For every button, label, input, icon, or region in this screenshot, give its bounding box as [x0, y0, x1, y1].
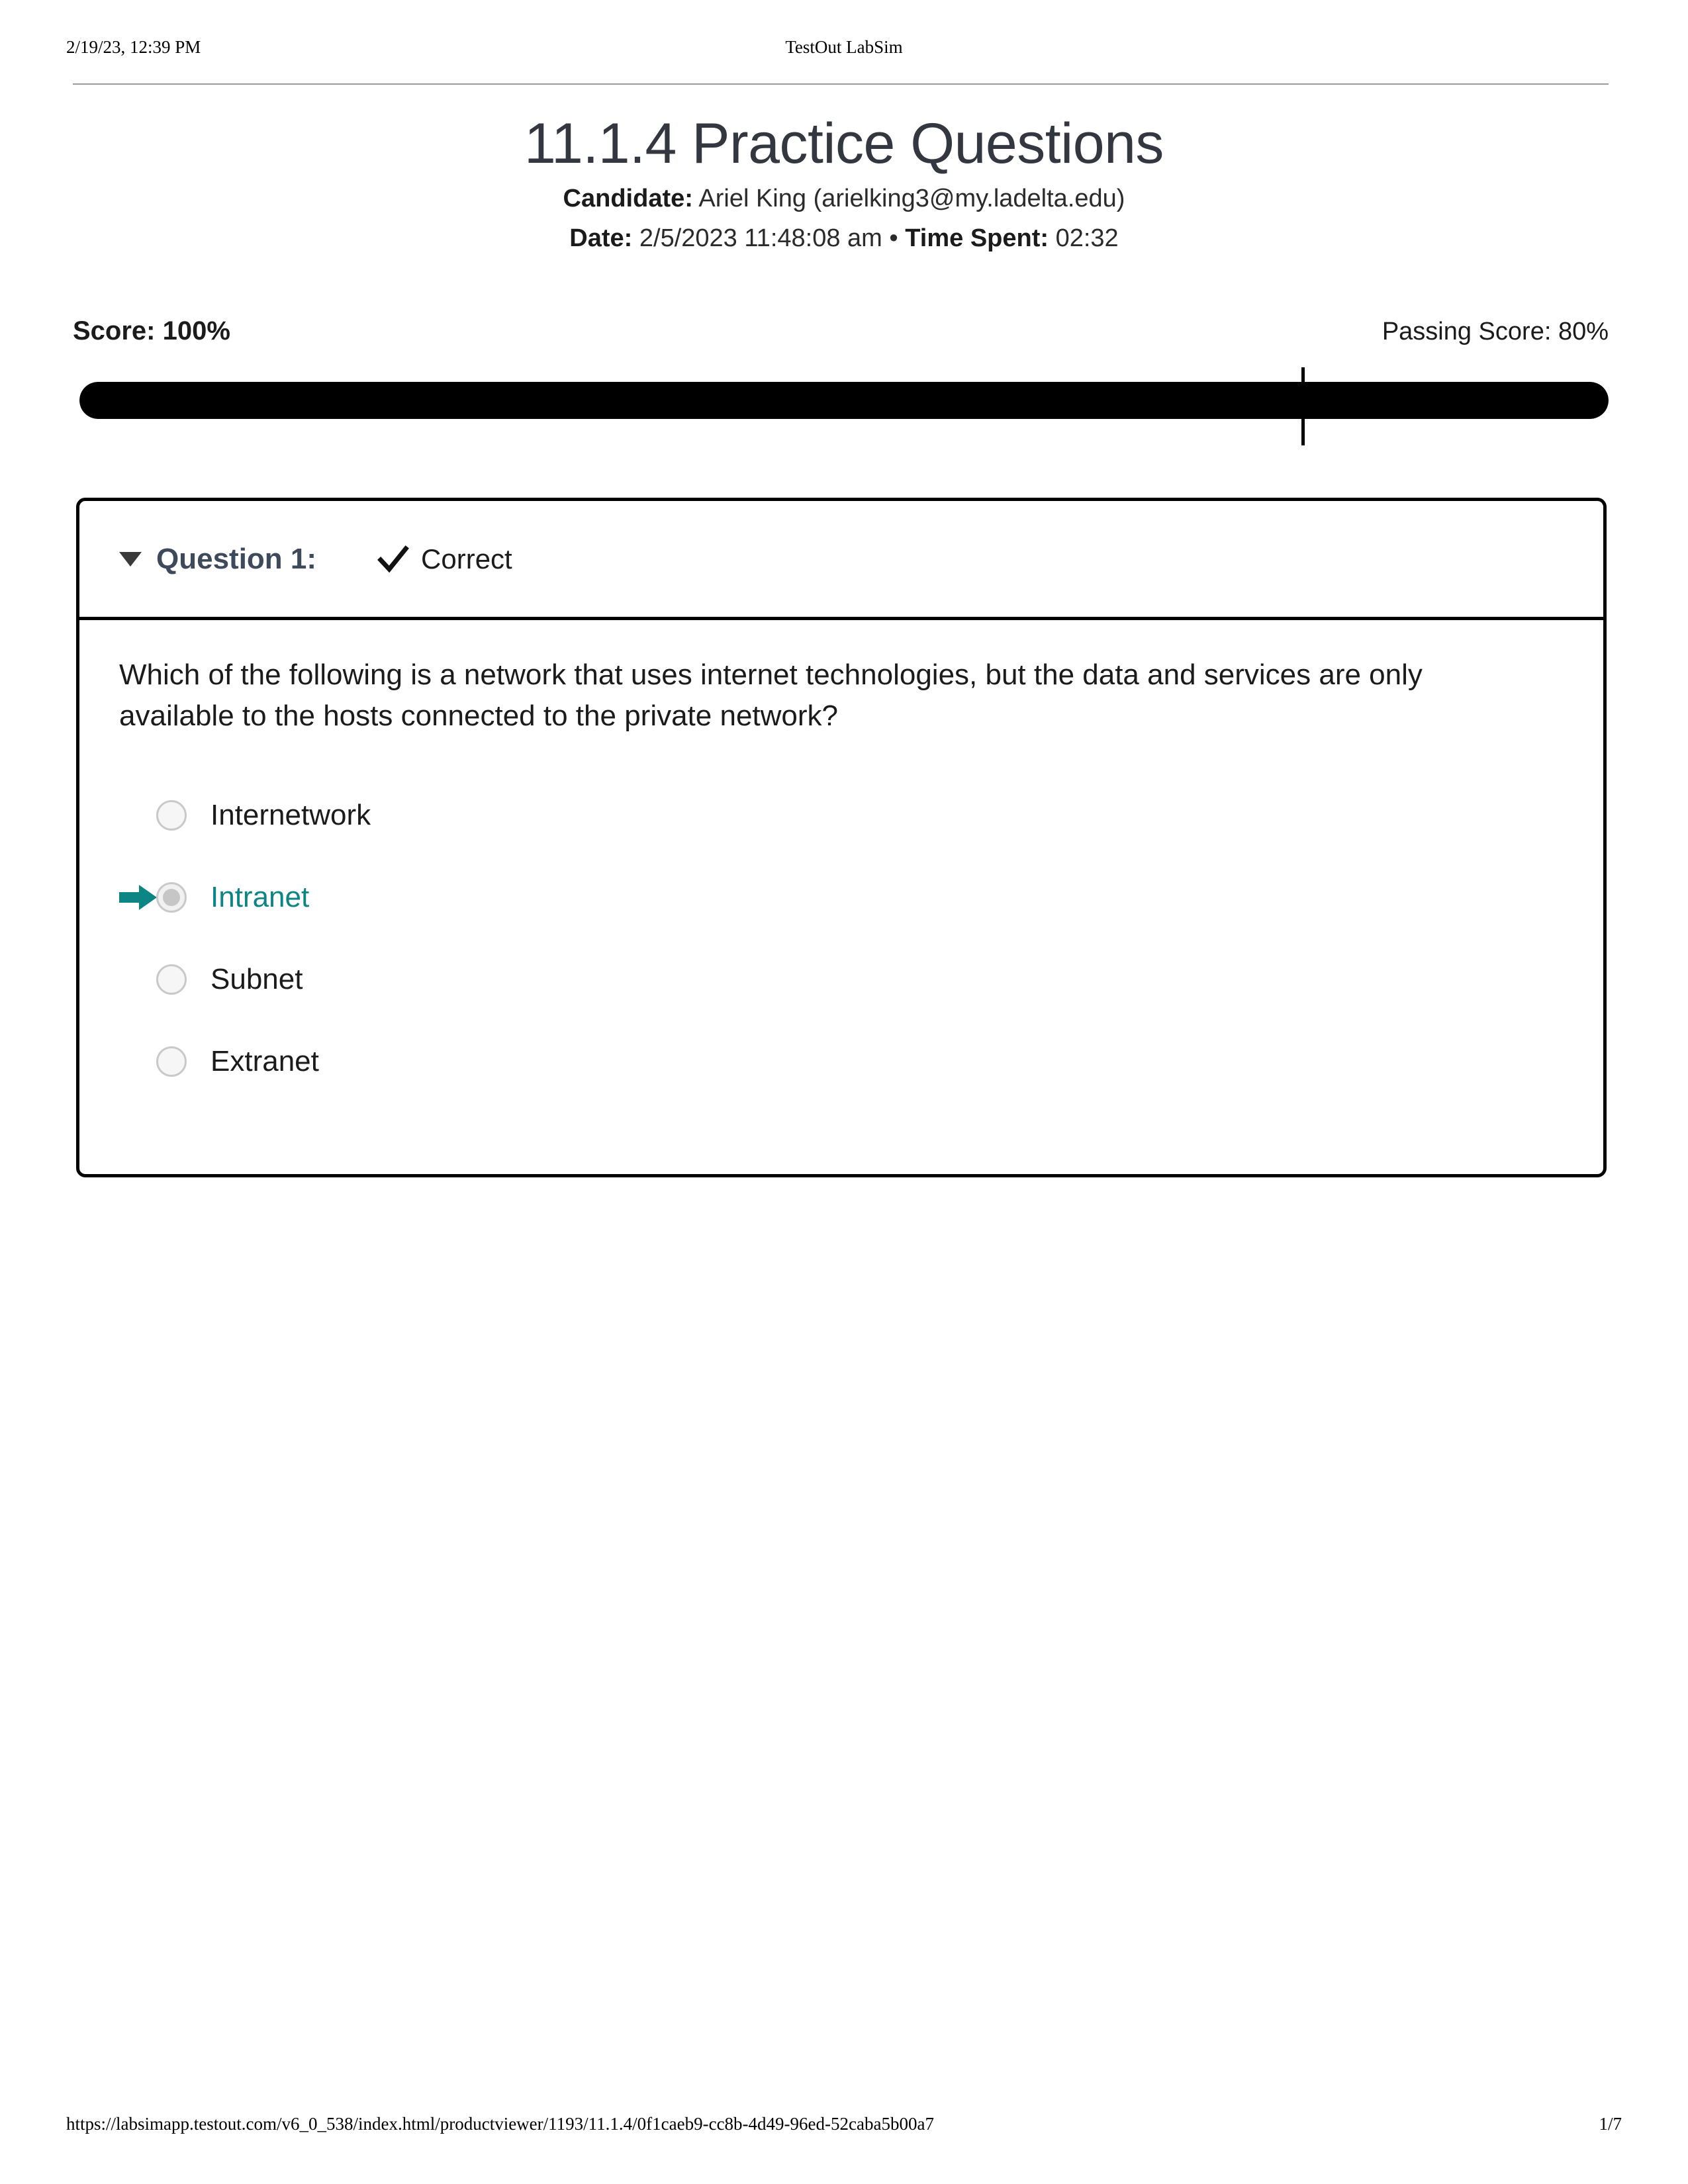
score-progress-track	[79, 382, 1609, 419]
score-progress-fill	[79, 382, 1609, 419]
answer-option[interactable]: Intranet	[119, 856, 1564, 938]
radio-button-selected[interactable]	[156, 882, 187, 913]
caret-down-icon[interactable]	[119, 551, 142, 567]
print-footer: https://labsimapp.testout.com/v6_0_538/i…	[0, 2115, 1688, 2144]
page-title: 11.1.4 Practice Questions	[524, 112, 1164, 175]
answer-option-label: Subnet	[211, 962, 303, 995]
radio-button[interactable]	[156, 799, 187, 831]
print-header-app-title: TestOut LabSim	[785, 37, 903, 57]
question-text: Which of the following is a network that…	[119, 659, 1423, 733]
question-card: Question 1: Correct Which of the followi…	[76, 498, 1607, 1177]
radio-button[interactable]	[156, 1046, 187, 1077]
time-spent-value: 02:32	[1055, 224, 1119, 252]
print-footer-page-number: 1/7	[1599, 2114, 1622, 2134]
radio-button[interactable]	[156, 964, 187, 995]
passing-score-tick	[1301, 367, 1305, 445]
arrow-right-icon	[119, 884, 158, 911]
candidate-value: Ariel King (arielking3@my.ladelta.edu)	[698, 185, 1125, 213]
header-divider	[73, 83, 1609, 85]
answer-option-label: Intranet	[211, 880, 310, 913]
answer-option-label: Internetwork	[211, 798, 371, 831]
answer-option[interactable]: Extranet	[119, 1021, 1564, 1103]
question-body: Which of the following is a network that…	[79, 620, 1603, 1174]
time-spent-label: Time Spent:	[905, 224, 1049, 252]
checkmark-icon	[377, 543, 409, 575]
passing-score-value: Passing Score: 80%	[1382, 318, 1609, 345]
print-footer-url: https://labsimapp.testout.com/v6_0_538/i…	[66, 2114, 934, 2134]
score-row: Score: 100% Passing Score: 80%	[73, 316, 1609, 353]
score-value: Score: 100%	[73, 316, 230, 345]
answer-options-list: Internetwork Intranet Subnet Extranet	[119, 774, 1564, 1103]
date-time-line: Date: 2/5/2023 11:48:08 am • Time Spent:…	[0, 218, 1688, 258]
candidate-line: Candidate: Ariel King (arielking3@my.lad…	[0, 176, 1688, 218]
date-value: 2/5/2023 11:48:08 am	[639, 224, 882, 252]
answer-option[interactable]: Internetwork	[119, 774, 1564, 856]
question-label: Question 1:	[156, 542, 317, 575]
meta-separator: •	[889, 224, 898, 252]
print-header: 2/19/23, 12:39 PM TestOut LabSim	[0, 38, 1688, 69]
score-progress-bar	[79, 367, 1609, 445]
date-label: Date:	[569, 224, 633, 252]
answer-option-label: Extranet	[211, 1044, 319, 1077]
candidate-label: Candidate:	[563, 185, 693, 213]
question-status-text: Correct	[421, 543, 512, 574]
title-block: 11.1.4 Practice Questions Candidate: Ari…	[0, 111, 1688, 258]
question-header[interactable]: Question 1: Correct	[79, 501, 1603, 620]
answer-option[interactable]: Subnet	[119, 938, 1564, 1021]
question-status: Correct	[377, 543, 512, 575]
